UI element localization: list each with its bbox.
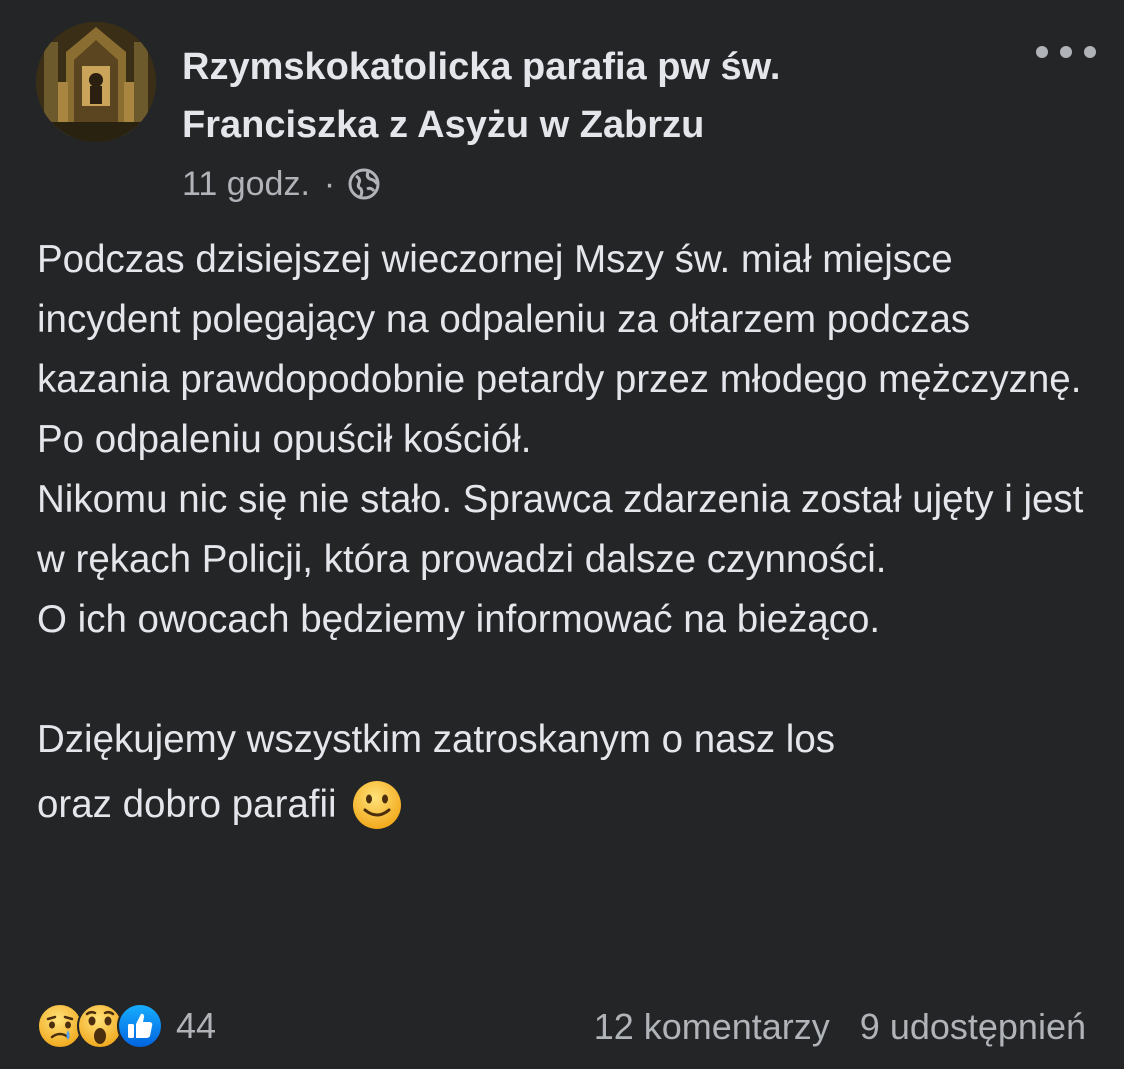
more-dot bbox=[1084, 46, 1096, 58]
more-dot bbox=[1036, 46, 1048, 58]
post-paragraph: Nikomu nic się nie stało. Sprawca zdarze… bbox=[37, 478, 1084, 581]
page-name-link[interactable]: Rzymskokatolicka parafia pw św. Francisz… bbox=[182, 38, 982, 154]
page-avatar[interactable] bbox=[36, 22, 156, 142]
post-paragraph: Podczas dzisiejszej wieczornej Mszy św. … bbox=[37, 238, 1082, 461]
post-paragraph: Dziękujemy wszystkim zatroskanym o nasz … bbox=[37, 718, 836, 761]
more-options-icon[interactable] bbox=[1036, 38, 1096, 66]
post-paragraph: O ich owocach będziemy informować na bie… bbox=[37, 598, 881, 641]
comments-count-link[interactable]: 12 komentarzy bbox=[594, 1006, 830, 1048]
post-meta: 11 godz. · bbox=[182, 162, 381, 206]
post-body: Podczas dzisiejszej wieczornej Mszy św. … bbox=[37, 230, 1097, 838]
reaction-count: 44 bbox=[176, 1005, 217, 1046]
meta-separator: · bbox=[323, 164, 336, 203]
more-dot bbox=[1060, 46, 1072, 58]
post-stats: 12 komentarzy 9 udostępnień bbox=[594, 1003, 1086, 1051]
church-interior-image bbox=[36, 22, 156, 142]
post-timestamp[interactable]: 11 godz. bbox=[182, 165, 310, 204]
post-last-line: oraz dobro parafii bbox=[37, 772, 1097, 838]
slightly-smiling-face-icon bbox=[352, 781, 401, 829]
post-paragraph: oraz dobro parafii bbox=[37, 783, 337, 826]
post-card: Rzymskokatolicka parafia pw św. Francisz… bbox=[0, 0, 1124, 1069]
like-reaction-icon bbox=[116, 1002, 164, 1050]
globe-icon bbox=[348, 168, 380, 200]
reactions-summary[interactable]: 44 bbox=[36, 1000, 216, 1052]
shares-count-link[interactable]: 9 udostępnień bbox=[860, 1006, 1086, 1048]
